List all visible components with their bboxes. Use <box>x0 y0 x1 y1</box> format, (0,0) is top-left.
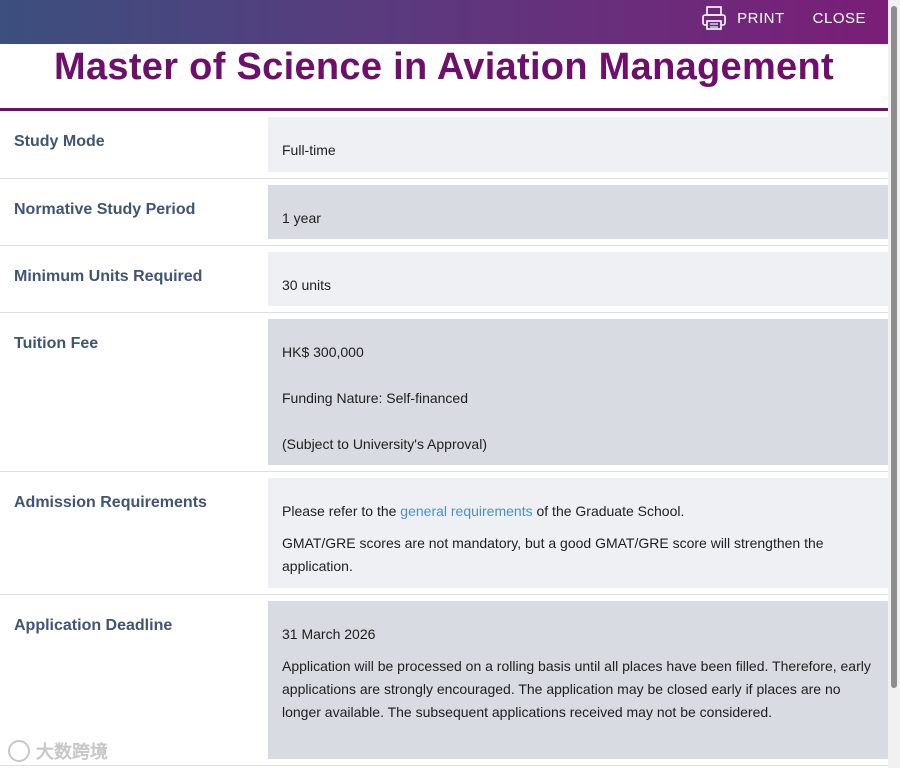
gmat-note: GMAT/GRE scores are not mandatory, but a… <box>282 535 824 574</box>
study-period-text: 1 year <box>282 210 321 226</box>
watermark-logo-icon <box>8 740 30 762</box>
page-title: Master of Science in Aviation Management <box>54 46 834 88</box>
admission-refer-prefix: Please refer to the <box>282 503 401 519</box>
study-period-value: 1 year <box>268 185 888 239</box>
tuition-fee-value: HK$ 300,000 Funding Nature: Self-finance… <box>268 319 888 465</box>
row-admission: Admission Requirements Please refer to t… <box>0 472 888 595</box>
admission-label: Admission Requirements <box>14 494 207 511</box>
deadline-date: 31 March 2026 <box>282 626 376 642</box>
admission-refer-suffix: of the Graduate School. <box>532 503 685 519</box>
study-period-label: Normative Study Period <box>14 201 196 218</box>
scrollbar-thumb[interactable] <box>891 6 897 688</box>
watermark-text: 大数跨境 <box>36 742 108 762</box>
funding-nature: Funding Nature: Self-financed <box>282 390 468 406</box>
programme-details-table: Study Mode Full-time Normative Study Per… <box>0 111 888 766</box>
general-requirements-link[interactable]: general requirements <box>400 503 532 519</box>
min-units-value: 30 units <box>268 252 888 306</box>
min-units-text: 30 units <box>282 277 332 293</box>
print-label: PRINT <box>737 9 785 27</box>
tuition-fee-label: Tuition Fee <box>14 335 99 352</box>
watermark: 大数跨境 <box>8 738 108 764</box>
row-deadline: Application Deadline 31 March 2026 Appli… <box>0 595 888 766</box>
deadline-value: 31 March 2026 Application will be proces… <box>268 601 888 759</box>
header-bar: PRINT CLOSE <box>0 0 888 44</box>
deadline-details: Application will be processed on a rolli… <box>282 658 871 720</box>
close-button[interactable]: CLOSE <box>813 10 866 27</box>
row-study-period: Normative Study Period 1 year <box>0 179 888 246</box>
row-min-units: Minimum Units Required 30 units <box>0 246 888 313</box>
printer-icon <box>702 6 726 30</box>
min-units-label: Minimum Units Required <box>14 268 203 285</box>
admission-value: Please refer to the general requirements… <box>268 478 888 588</box>
header-actions: PRINT CLOSE <box>673 0 866 36</box>
vertical-scrollbar[interactable] <box>888 0 900 768</box>
tuition-note: (Subject to University's Approval) <box>282 436 487 452</box>
admission-refer-text: Please refer to the general requirements… <box>282 500 874 523</box>
print-button[interactable]: PRINT <box>701 5 785 31</box>
study-mode-text: Full-time <box>282 142 336 158</box>
close-label: CLOSE <box>812 9 866 27</box>
row-study-mode: Study Mode Full-time <box>0 111 888 179</box>
study-mode-value: Full-time <box>268 117 888 172</box>
study-mode-label: Study Mode <box>14 133 105 150</box>
tuition-fee-amount: HK$ 300,000 <box>282 344 364 360</box>
row-tuition-fee: Tuition Fee HK$ 300,000 Funding Nature: … <box>0 313 888 472</box>
